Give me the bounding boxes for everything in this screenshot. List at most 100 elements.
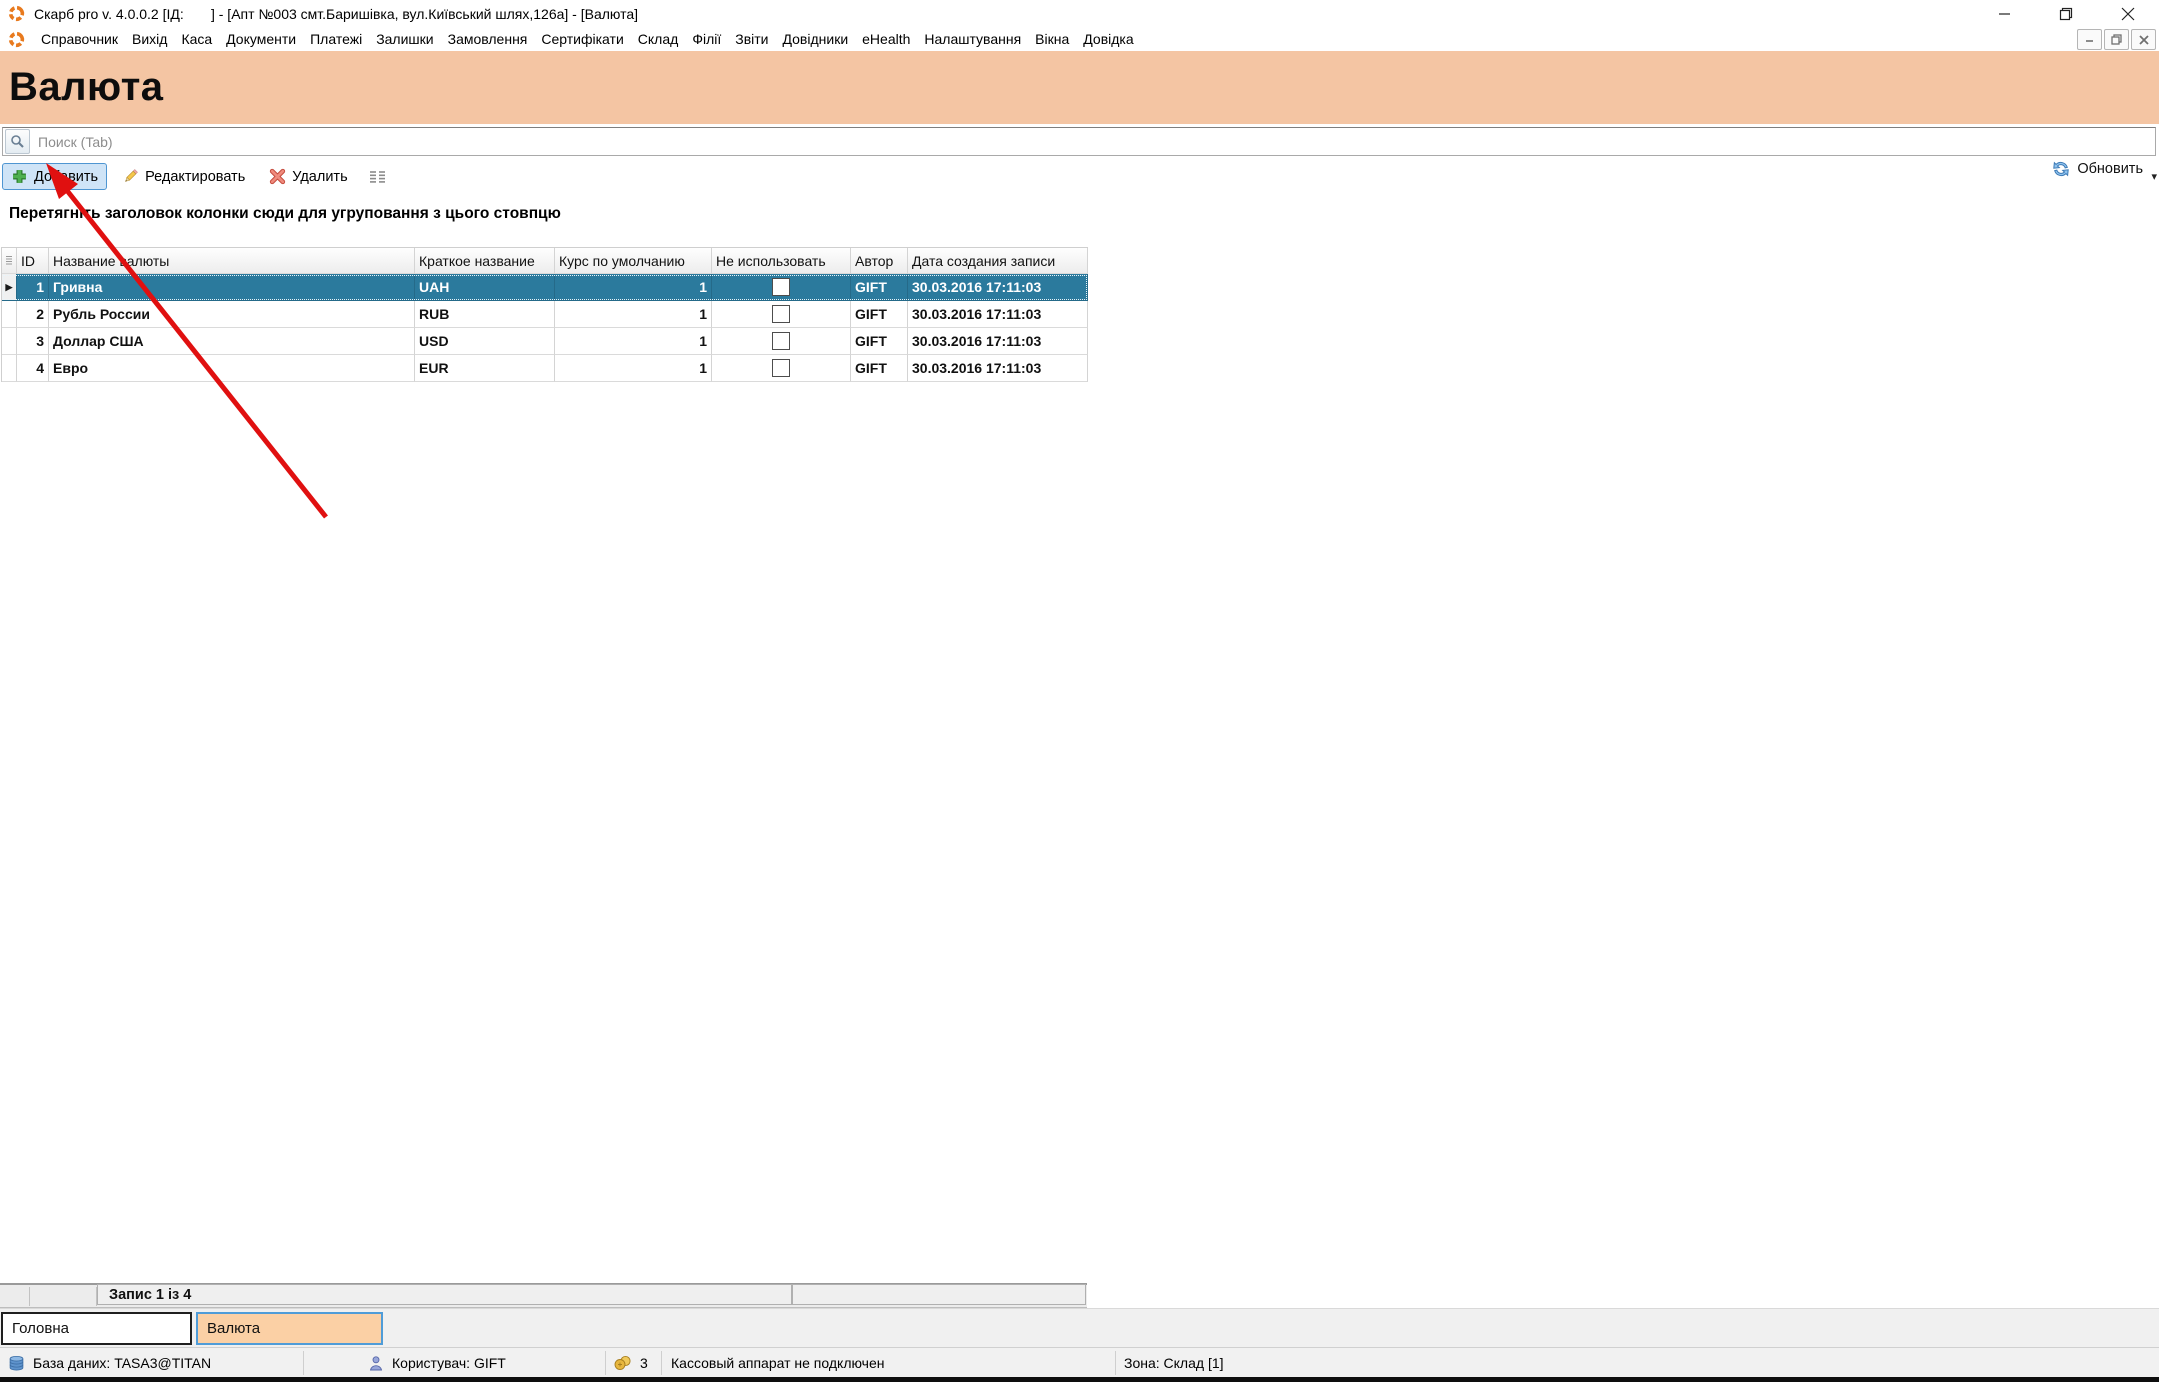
plus-icon [11, 168, 28, 185]
menu-dokumenty[interactable]: Документи [219, 29, 303, 49]
table-row-rub[interactable]: 2 Рубль России RUB 1 GIFT 30.03.2016 17:… [2, 301, 1088, 328]
menu-bar: Справочник Вихід Каса Документи Платежі … [0, 27, 2159, 51]
unused-checkbox[interactable] [772, 332, 790, 350]
statusbar-zone: Зона: Склад [1] [1124, 1348, 1224, 1378]
minimize-button[interactable] [1973, 0, 2035, 27]
refresh-button-label: Обновить [2077, 161, 2143, 177]
cell-author: GIFT [851, 355, 908, 382]
cell-created: 30.03.2016 17:11:03 [908, 328, 1088, 355]
mdi-close-button[interactable] [2131, 29, 2156, 50]
menu-ehealth[interactable]: eHealth [855, 29, 917, 49]
statusbar-cash-device: Кассовый аппарат не подключен [671, 1348, 885, 1378]
cell-name: Евро [49, 355, 415, 382]
cell-name: Доллар США [49, 328, 415, 355]
cash-device-label: Кассовый аппарат не подключен [671, 1355, 885, 1371]
row-indicator-header [2, 248, 17, 274]
bottom-tab-bar: Головна Валюта [0, 1308, 2159, 1348]
mdi-minimize-button[interactable] [2077, 29, 2102, 50]
menu-logo-icon [8, 31, 25, 48]
column-header-name[interactable]: Название валюты [49, 248, 415, 274]
column-header-created[interactable]: Дата создания записи [908, 248, 1088, 274]
menu-vikna[interactable]: Вікна [1028, 29, 1076, 49]
column-header-author[interactable]: Автор [851, 248, 908, 274]
column-header-code[interactable]: Краткое название [415, 248, 555, 274]
title-bar: Скарб pro v. 4.0.0.2 [ІД: ] - [Апт №003 … [0, 0, 2159, 27]
columns-icon [368, 169, 387, 185]
cash-count-label: 3 [640, 1355, 648, 1371]
menu-zvity[interactable]: Звіти [728, 29, 775, 49]
table-row-eur[interactable]: 4 Евро EUR 1 GIFT 30.03.2016 17:11:03 [2, 355, 1088, 382]
pencil-icon [122, 168, 139, 185]
search-icon [5, 129, 30, 154]
cell-code: EUR [415, 355, 555, 382]
menu-items: Справочник Вихід Каса Документи Платежі … [34, 29, 1141, 49]
unused-checkbox[interactable] [772, 359, 790, 377]
menu-filii[interactable]: Філії [685, 29, 728, 49]
user-label: Користувач: GIFT [392, 1355, 506, 1371]
cell-created: 30.03.2016 17:11:03 [908, 355, 1088, 382]
record-counter: Запис 1 із 4 [97, 1284, 792, 1305]
cell-unused [712, 274, 851, 301]
delete-button-label: Удалить [292, 169, 347, 185]
menu-vyhid[interactable]: Вихід [125, 29, 174, 49]
unused-checkbox[interactable] [772, 305, 790, 323]
table-row-usd[interactable]: 3 Доллар США USD 1 GIFT 30.03.2016 17:11… [2, 328, 1088, 355]
search-input[interactable] [36, 133, 2155, 151]
column-header-unused[interactable]: Не использовать [712, 248, 851, 274]
cell-created: 30.03.2016 17:11:03 [908, 301, 1088, 328]
columns-button[interactable] [363, 164, 392, 190]
menu-kasa[interactable]: Каса [174, 29, 219, 49]
menu-spravochnik[interactable]: Справочник [34, 29, 125, 49]
menu-dovidka[interactable]: Довідка [1076, 29, 1140, 49]
mdi-restore-button[interactable] [2104, 29, 2129, 50]
menu-platezhi[interactable]: Платежі [303, 29, 369, 49]
menu-zamovlennia[interactable]: Замовлення [441, 29, 535, 49]
row-indicator [2, 301, 17, 328]
user-icon [368, 1355, 384, 1372]
statusbar-user: Користувач: GIFT [368, 1348, 506, 1378]
menu-dovidnyky[interactable]: Довідники [776, 29, 856, 49]
refresh-button[interactable]: Обновить [2052, 160, 2143, 178]
app-window: Скарб pro v. 4.0.0.2 [ІД: ] - [Апт №003 … [0, 0, 2159, 1382]
menu-zalyshky[interactable]: Залишки [369, 29, 440, 49]
cell-rate: 1 [555, 328, 712, 355]
red-x-icon [269, 168, 286, 185]
close-button[interactable] [2097, 0, 2159, 27]
cell-code: RUB [415, 301, 555, 328]
tab-holovna-label: Головна [12, 1320, 69, 1337]
menu-nalashtuvannia[interactable]: Налаштування [917, 29, 1028, 49]
footer-divider [29, 1287, 30, 1306]
tab-holovna[interactable]: Головна [1, 1312, 192, 1345]
zone-label: Зона: Склад [1] [1124, 1355, 1224, 1371]
cell-rate: 1 [555, 355, 712, 382]
add-button[interactable]: Добавить [2, 163, 107, 190]
statusbar-separator [661, 1351, 662, 1375]
unused-checkbox[interactable] [772, 278, 790, 296]
refresh-dropdown-caret[interactable]: ▾ [2151, 170, 2157, 183]
column-header-id[interactable]: ID [17, 248, 49, 274]
edit-button[interactable]: Редактировать [113, 163, 254, 190]
cell-rate: 1 [555, 274, 712, 301]
search-bar [2, 127, 2156, 156]
table-header-row: ID Название валюты Краткое название Курс… [2, 248, 1088, 274]
table-row-grivna[interactable]: ▶ 1 Гривна UAH 1 GIFT 30.03.2016 17:11:0… [2, 274, 1088, 301]
cell-author: GIFT [851, 328, 908, 355]
delete-button[interactable]: Удалить [260, 163, 356, 190]
column-header-rate[interactable]: Курс по умолчанию [555, 248, 712, 274]
group-by-hint: Перетягніть заголовок колонки сюди для у… [9, 205, 561, 223]
cell-id: 1 [17, 274, 49, 301]
cell-author: GIFT [851, 274, 908, 301]
menu-sertyfikaty[interactable]: Сертифікати [534, 29, 630, 49]
cell-name: Рубль России [49, 301, 415, 328]
cell-unused [712, 301, 851, 328]
currency-table: ID Название валюты Краткое название Курс… [1, 247, 1088, 382]
record-navigator-right-panel [792, 1284, 1086, 1305]
current-row-arrow-icon: ▶ [6, 282, 13, 293]
menu-sklad[interactable]: Склад [631, 29, 686, 49]
statusbar-cash-count: 3 [614, 1348, 648, 1378]
bottom-edge-strip [0, 1377, 2159, 1382]
restore-button[interactable] [2035, 0, 2097, 27]
tab-valyuta[interactable]: Валюта [196, 1312, 383, 1345]
row-indicator [2, 355, 17, 382]
cell-id: 4 [17, 355, 49, 382]
